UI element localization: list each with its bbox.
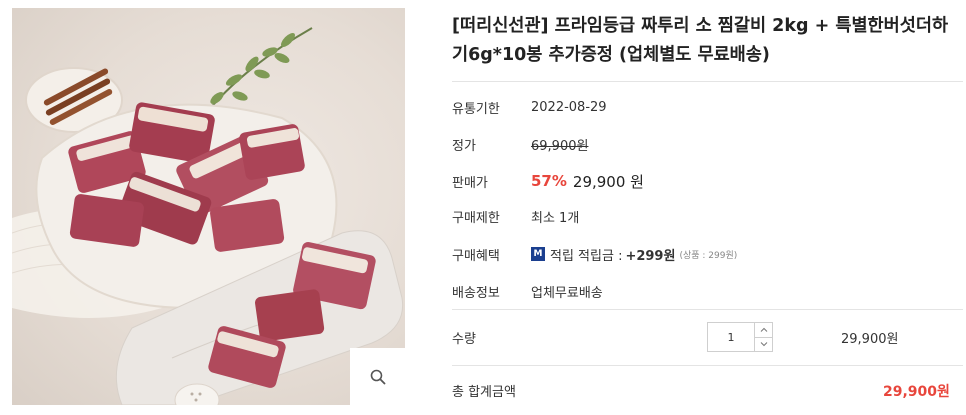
discount-percent: 57% [531, 172, 567, 190]
shipping-row: 배송정보 업체무료배송 [452, 281, 603, 301]
quantity-decrease-button[interactable] [755, 336, 772, 352]
quantity-line-price: 29,900원 [841, 332, 899, 347]
product-photo-illustration [12, 27, 404, 405]
shipping-label: 배송정보 [452, 285, 500, 301]
sale-price-row: 판매가 57% 29,900 원 [452, 171, 644, 191]
shipping-value: 업체무료배송 [531, 285, 603, 301]
quantity-label: 수량 [452, 331, 476, 347]
zoom-button[interactable] [350, 348, 405, 405]
benefit-text: 적립 적립금 : [550, 248, 623, 264]
membership-badge: M [531, 247, 545, 261]
quantity-input[interactable] [708, 323, 754, 351]
details-divider [452, 309, 963, 310]
list-price-label: 정가 [452, 138, 476, 154]
purchase-limit-label: 구매제한 [452, 210, 500, 226]
benefit-row: 구매혜택 M 적립 적립금 : +299원 (상품 : 299원) [452, 244, 737, 264]
magnifier-icon [370, 369, 385, 384]
total-label: 총 합계금액 [452, 385, 516, 400]
quantity-stepper [707, 322, 773, 352]
chevron-up-icon [760, 328, 767, 333]
benefit-label: 구매혜택 [452, 248, 500, 264]
quantity-divider [452, 365, 963, 366]
expiry-value: 2022-08-29 [531, 99, 607, 115]
quantity-arrows [754, 323, 772, 351]
sale-price-label: 판매가 [452, 175, 488, 191]
total-price: 29,900원 [883, 384, 950, 400]
expiry-row: 유통기한 2022-08-29 [452, 97, 607, 117]
expiry-label: 유통기한 [452, 101, 500, 117]
product-image [12, 8, 405, 405]
benefit-points: +299원 [625, 248, 676, 264]
benefit-note: (상품 : 299원) [679, 250, 738, 261]
list-price-value: 69,900원 [531, 138, 589, 154]
purchase-limit-row: 구매제한 최소 1개 [452, 206, 579, 226]
chevron-down-icon [760, 341, 767, 346]
title-divider [452, 81, 963, 82]
product-title: [떠리신선관] 프라임등급 짜투리 소 찜갈비 2kg + 특별한버섯더하기6g… [452, 16, 949, 65]
quantity-increase-button[interactable] [755, 323, 772, 337]
quantity-row: 수량 [452, 327, 531, 347]
purchase-limit-value: 최소 1개 [531, 210, 580, 226]
list-price-row: 정가 69,900원 [452, 134, 588, 154]
sale-price-value: 29,900 원 [572, 172, 644, 191]
